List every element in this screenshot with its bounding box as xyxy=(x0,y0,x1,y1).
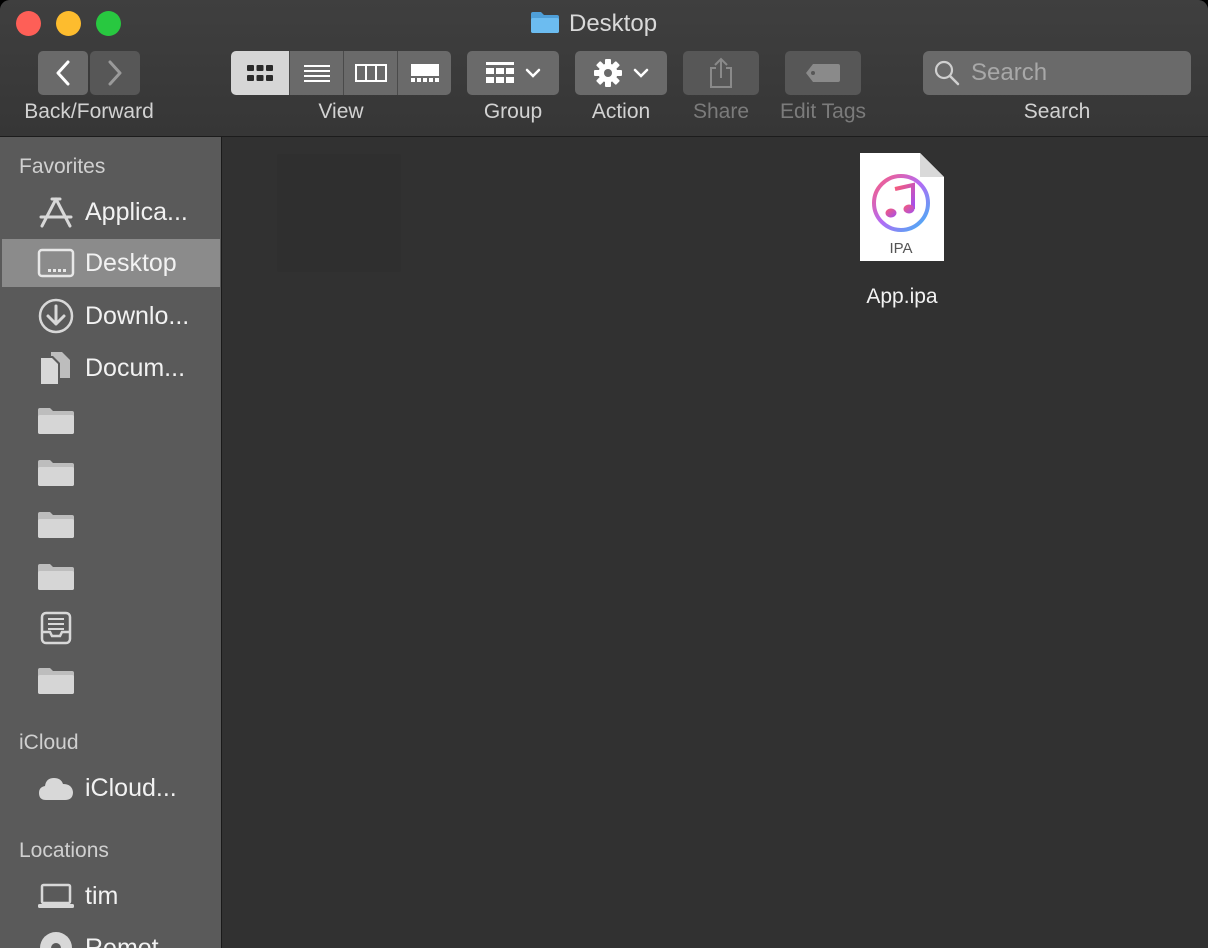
documents-icon xyxy=(36,348,76,388)
sidebar-item-inbox[interactable] xyxy=(2,604,220,652)
sidebar-item-label: Docum... xyxy=(85,353,186,382)
sidebar-item-label: Downlo... xyxy=(85,301,190,330)
favorites-heading: Favorites xyxy=(19,155,106,178)
desktop-icon xyxy=(36,243,76,283)
folder-icon xyxy=(36,556,76,596)
icon-view-button[interactable] xyxy=(231,51,289,95)
ipa-file-icon: IPA xyxy=(860,153,944,261)
sidebar-item-folder[interactable] xyxy=(2,656,220,704)
sidebar-item-label: tim xyxy=(85,881,119,910)
action-label: Action xyxy=(591,100,651,123)
sidebar-item-label: iCloud... xyxy=(85,773,177,802)
edit-tags-button[interactable] xyxy=(785,51,861,95)
window-title: Desktop xyxy=(530,8,657,40)
edit-tags-label: Edit Tags xyxy=(780,100,866,123)
file-name: App.ipa xyxy=(866,285,938,308)
chevron-down-icon xyxy=(633,68,649,78)
sidebar-item-remote-disc[interactable]: Remot... xyxy=(2,924,220,948)
chevron-right-icon xyxy=(108,60,122,86)
search-field[interactable] xyxy=(923,51,1191,95)
sidebar-item-folder[interactable] xyxy=(2,396,220,444)
group-label: Group xyxy=(483,100,543,123)
sidebar-item-label: Applica... xyxy=(85,197,188,226)
applications-icon xyxy=(36,192,76,232)
folder-icon xyxy=(36,400,76,440)
list-view-icon xyxy=(303,65,330,82)
disc-icon xyxy=(36,928,76,948)
list-view-button[interactable] xyxy=(289,51,343,95)
cloud-icon xyxy=(36,768,76,808)
view-label: View xyxy=(318,100,364,123)
gallery-view-icon xyxy=(410,64,439,82)
laptop-icon xyxy=(36,876,76,916)
sidebar-item-desktop[interactable]: Desktop xyxy=(2,239,220,287)
ipa-badge: IPA xyxy=(889,240,912,257)
gallery-view-button[interactable] xyxy=(397,51,451,95)
sidebar-item-downloads[interactable]: Downlo... xyxy=(2,292,220,340)
share-icon xyxy=(710,57,732,88)
search-input[interactable] xyxy=(969,58,1183,88)
action-button[interactable] xyxy=(575,51,667,95)
window-title-text: Desktop xyxy=(569,10,658,37)
chevron-left-icon xyxy=(56,60,70,86)
icon-view-icon xyxy=(247,65,273,81)
back-button[interactable] xyxy=(38,51,88,95)
sidebar-item-applications[interactable]: Applica... xyxy=(2,188,220,236)
group-icon xyxy=(486,62,514,83)
sidebar-item-folder[interactable] xyxy=(2,448,220,496)
sidebar-item-tim[interactable]: tim xyxy=(2,872,220,920)
folder-icon xyxy=(36,504,76,544)
empty-item-placeholder xyxy=(277,154,401,272)
share-button[interactable] xyxy=(683,51,759,95)
share-label: Share xyxy=(692,100,750,123)
sidebar-item-icloud-drive[interactable]: iCloud... xyxy=(2,764,220,812)
gear-icon xyxy=(594,59,622,87)
sidebar-item-folder[interactable] xyxy=(2,500,220,548)
forward-button[interactable] xyxy=(90,51,140,95)
finder-window: Desktop Back/Forward View Group Action S… xyxy=(0,0,1208,948)
minimize-window-button[interactable] xyxy=(56,11,81,36)
sidebar-item-folder[interactable] xyxy=(2,552,220,600)
folder-icon xyxy=(530,10,560,39)
locations-heading: Locations xyxy=(19,839,109,862)
search-label: Search xyxy=(1023,100,1091,123)
icloud-heading: iCloud xyxy=(19,731,79,754)
back-forward-label: Back/Forward xyxy=(24,100,154,123)
file-item[interactable]: IPA App.ipa xyxy=(842,151,962,309)
sidebar-item-documents[interactable]: Docum... xyxy=(2,344,220,392)
downloads-icon xyxy=(36,296,76,336)
close-window-button[interactable] xyxy=(16,11,41,36)
inbox-icon xyxy=(36,608,76,648)
column-view-icon xyxy=(354,64,387,82)
zoom-window-button[interactable] xyxy=(96,11,121,36)
sidebar: Favorites Applica... Desktop Downlo... D… xyxy=(0,137,222,948)
file-browser-content[interactable]: IPA App.ipa xyxy=(222,137,1208,948)
folder-icon xyxy=(36,660,76,700)
chevron-down-icon xyxy=(525,68,541,78)
group-button[interactable] xyxy=(467,51,559,95)
folder-icon xyxy=(36,452,76,492)
sidebar-item-label: Remot... xyxy=(85,933,180,948)
view-segmented-control xyxy=(231,51,451,95)
column-view-button[interactable] xyxy=(343,51,397,95)
tag-icon xyxy=(806,64,840,82)
search-icon xyxy=(934,60,960,86)
toolbar: Desktop Back/Forward View Group Action S… xyxy=(0,0,1208,137)
sidebar-item-label: Desktop xyxy=(85,248,177,277)
